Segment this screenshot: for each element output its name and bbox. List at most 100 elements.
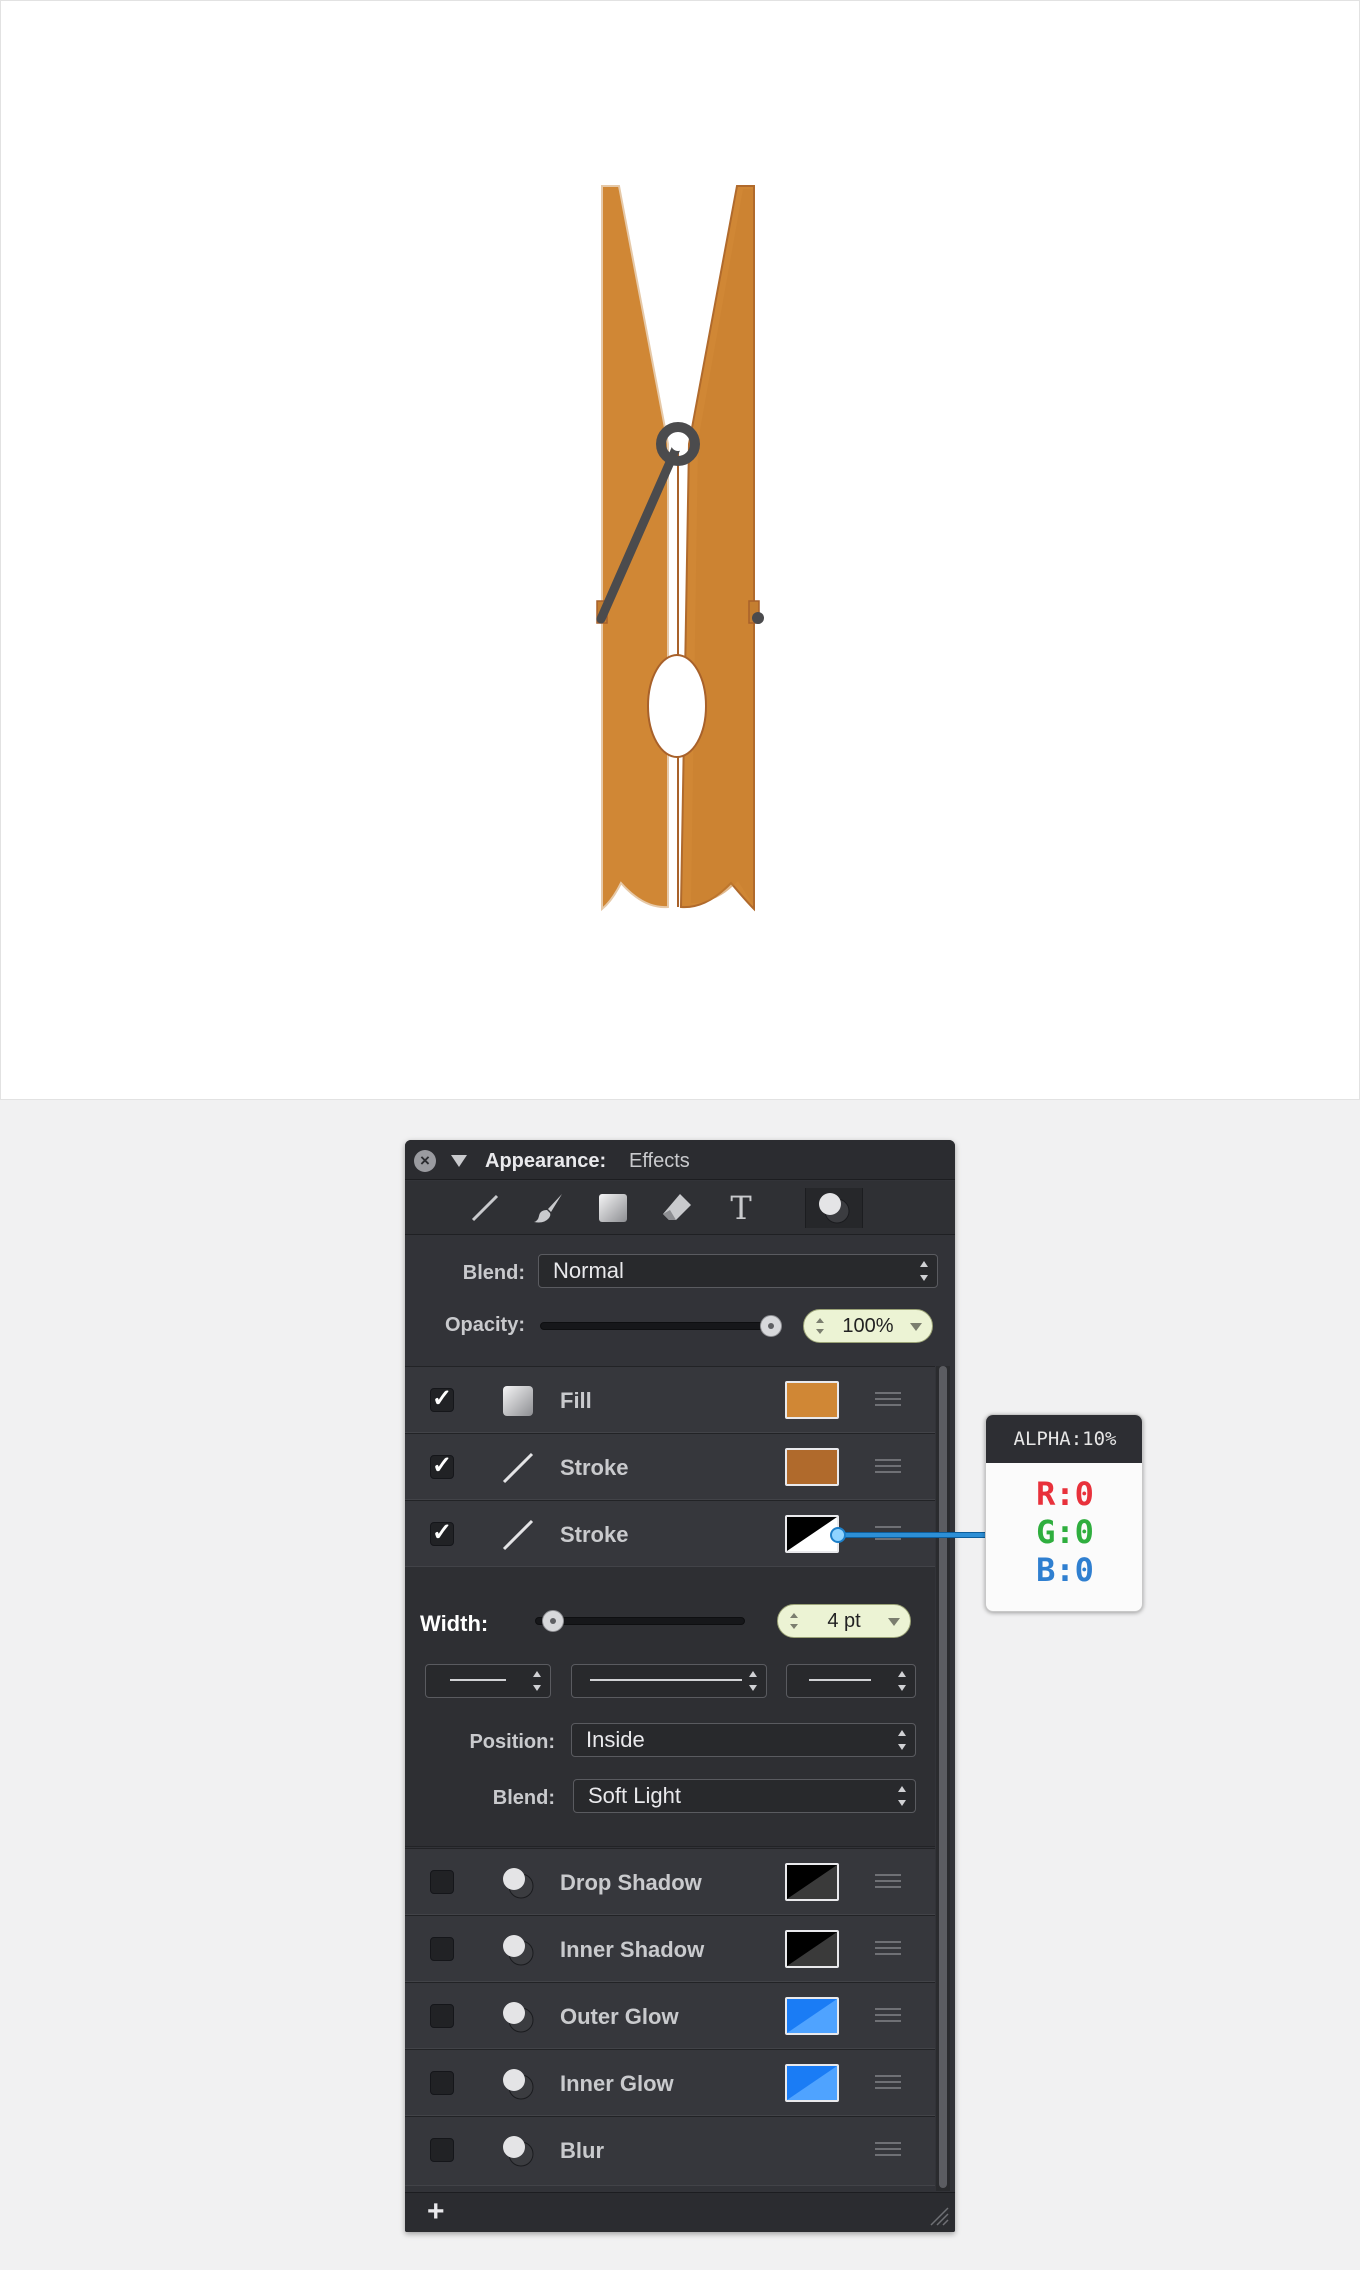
drag-handle-icon[interactable] bbox=[875, 1874, 901, 1890]
width-value: 4 pt bbox=[827, 1610, 861, 1632]
chevron-down-icon[interactable] bbox=[888, 1618, 900, 1626]
effects-icon bbox=[503, 2002, 534, 2033]
effect-row-inner-shadow[interactable]: Inner Shadow bbox=[405, 1915, 935, 1982]
width-label: Width: bbox=[420, 1611, 489, 1636]
effect-checkbox[interactable] bbox=[430, 2138, 454, 2162]
stroke-dash-dropdown[interactable] bbox=[425, 1664, 551, 1698]
stepper-icon[interactable] bbox=[790, 1613, 798, 1629]
text-tool-button[interactable]: T bbox=[721, 1188, 761, 1228]
drag-handle-icon[interactable] bbox=[875, 1459, 901, 1475]
stepper-icon[interactable] bbox=[816, 1318, 824, 1334]
opacity-slider-knob[interactable] bbox=[760, 1315, 782, 1337]
green-value: G:0 bbox=[1036, 1513, 1094, 1551]
effect-name: Drop Shadow bbox=[560, 1870, 702, 1895]
eraser-tool-button[interactable] bbox=[657, 1188, 697, 1228]
red-value: R:0 bbox=[1036, 1475, 1094, 1513]
effects-icon bbox=[503, 2069, 534, 2100]
effects-icon bbox=[503, 1868, 534, 1899]
layer-checkbox[interactable]: ✓ bbox=[430, 1521, 454, 1546]
line-style-icon bbox=[450, 1679, 506, 1681]
color-values-callout: ALPHA:10% R:0 G:0 B:0 bbox=[985, 1414, 1143, 1612]
dropdown-arrows-icon bbox=[898, 1671, 906, 1691]
drag-handle-icon[interactable] bbox=[875, 1392, 901, 1408]
panel-title: Appearance: bbox=[485, 1150, 607, 1172]
resize-grip-icon[interactable] bbox=[927, 2204, 949, 2226]
layer-checkbox[interactable]: ✓ bbox=[430, 1454, 454, 1479]
spring-end-dot bbox=[752, 612, 764, 624]
opacity-slider[interactable] bbox=[540, 1322, 776, 1330]
layer-row-stroke-1[interactable]: ✓ Stroke bbox=[405, 1433, 935, 1500]
effects-tool-button[interactable] bbox=[805, 1188, 863, 1228]
effect-row-outer-glow[interactable]: Outer Glow bbox=[405, 1982, 935, 2049]
effect-color-swatch[interactable] bbox=[785, 1863, 839, 1901]
effect-checkbox[interactable] bbox=[430, 2071, 454, 2095]
chevron-down-icon[interactable] bbox=[910, 1323, 922, 1331]
effect-color-swatch[interactable] bbox=[785, 1997, 839, 2035]
stroke-end-dropdown[interactable] bbox=[786, 1664, 916, 1698]
fill-tool-button[interactable] bbox=[593, 1188, 633, 1228]
layer-row-fill[interactable]: ✓ Fill bbox=[405, 1366, 935, 1433]
fill-square-icon bbox=[599, 1194, 627, 1222]
blend-dropdown[interactable]: Normal bbox=[538, 1254, 938, 1288]
brush-tool-button[interactable] bbox=[529, 1188, 569, 1228]
drag-handle-icon[interactable] bbox=[875, 2008, 901, 2024]
effect-checkbox[interactable] bbox=[430, 2004, 454, 2028]
opacity-field[interactable]: 100% bbox=[803, 1309, 933, 1343]
position-value: Inside bbox=[586, 1727, 645, 1752]
panel-titlebar[interactable]: × Appearance: Effects bbox=[405, 1140, 955, 1180]
opacity-label: Opacity: bbox=[444, 1314, 525, 1336]
stroke-blend-dropdown[interactable]: Soft Light bbox=[573, 1779, 916, 1813]
effect-row-drop-shadow[interactable]: Drop Shadow bbox=[405, 1848, 935, 1915]
line-icon bbox=[502, 1452, 534, 1484]
drag-handle-icon[interactable] bbox=[875, 2075, 901, 2091]
position-label: Position: bbox=[469, 1731, 555, 1753]
panel-scrollbar[interactable] bbox=[936, 1366, 950, 2191]
appearance-panel: × Appearance: Effects T Blend: Normal Op… bbox=[405, 1140, 955, 2232]
effects-icon bbox=[503, 2136, 534, 2167]
effect-color-swatch[interactable] bbox=[785, 1930, 839, 1968]
clothespin-illustration[interactable] bbox=[1, 1, 1360, 1101]
scrollbar-thumb[interactable] bbox=[939, 1366, 947, 2188]
layer-name: Stroke bbox=[560, 1522, 629, 1547]
artboard[interactable] bbox=[0, 0, 1360, 1100]
fill-square-icon bbox=[503, 1386, 533, 1416]
effect-checkbox[interactable] bbox=[430, 1870, 454, 1894]
effect-checkbox[interactable] bbox=[430, 1937, 454, 1961]
dropdown-arrows-icon bbox=[898, 1786, 906, 1806]
close-button[interactable]: × bbox=[414, 1150, 436, 1172]
effect-color-swatch[interactable] bbox=[785, 2064, 839, 2102]
dropdown-arrows-icon bbox=[898, 1730, 906, 1750]
effect-row-inner-glow[interactable]: Inner Glow bbox=[405, 2049, 935, 2116]
stroke-start-dropdown[interactable] bbox=[571, 1664, 767, 1698]
width-slider[interactable] bbox=[535, 1617, 745, 1625]
line-tool-button[interactable] bbox=[465, 1188, 505, 1228]
fill-color-swatch[interactable] bbox=[785, 1381, 839, 1419]
stroke-blend-label: Blend: bbox=[492, 1787, 555, 1809]
stroke-color-swatch[interactable] bbox=[785, 1448, 839, 1486]
alpha-value: ALPHA:10% bbox=[986, 1415, 1142, 1463]
width-field[interactable]: 4 pt bbox=[777, 1604, 911, 1638]
collapse-arrow-icon[interactable] bbox=[451, 1155, 467, 1167]
effect-name: Inner Glow bbox=[560, 2071, 674, 2096]
position-dropdown[interactable]: Inside bbox=[571, 1723, 916, 1757]
dropdown-arrows-icon bbox=[533, 1671, 541, 1691]
effects-icon bbox=[503, 1935, 534, 1966]
effect-row-blur[interactable]: Blur bbox=[405, 2116, 935, 2186]
blend-label: Blend: bbox=[462, 1262, 525, 1284]
stroke-blend-value: Soft Light bbox=[588, 1783, 681, 1808]
add-effect-button[interactable]: + bbox=[427, 2195, 445, 2229]
effects-icon bbox=[819, 1193, 850, 1224]
layer-checkbox[interactable]: ✓ bbox=[430, 1387, 454, 1412]
effect-name: Inner Shadow bbox=[560, 1937, 705, 1962]
effect-name: Outer Glow bbox=[560, 2004, 679, 2029]
drag-handle-icon[interactable] bbox=[875, 2142, 901, 2158]
width-slider-knob[interactable] bbox=[542, 1610, 564, 1632]
drag-handle-icon[interactable] bbox=[875, 1941, 901, 1957]
line-style-icon bbox=[590, 1679, 742, 1681]
panel-footer: + bbox=[405, 2192, 955, 2232]
text-icon: T bbox=[730, 1189, 752, 1227]
dropdown-arrows-icon bbox=[920, 1261, 928, 1281]
opacity-value: 100% bbox=[842, 1315, 894, 1337]
brush-icon bbox=[534, 1194, 562, 1223]
dropdown-arrows-icon bbox=[749, 1671, 757, 1691]
